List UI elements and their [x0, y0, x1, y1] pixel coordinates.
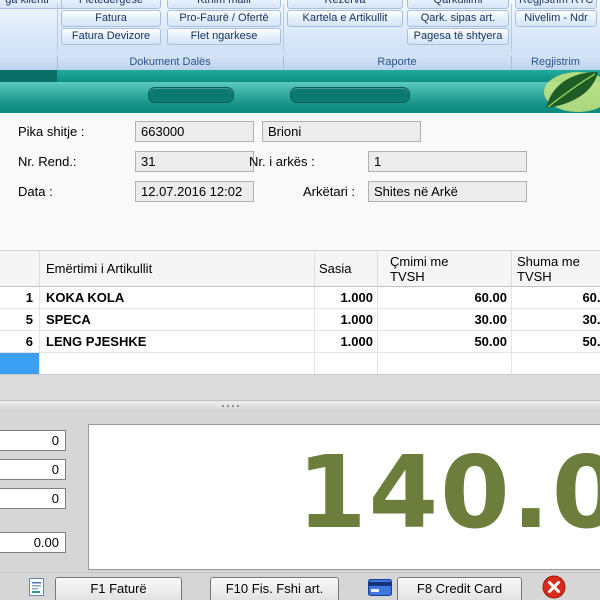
ribbon-item-fletedergese[interactable]: Fletëdërgesë	[61, 0, 161, 9]
row-code[interactable]: 5	[0, 309, 40, 331]
arketari-field[interactable]: Shites në Arkë	[368, 181, 527, 202]
f10-fshi-art-button[interactable]: F10 Fis. Fshi art.	[210, 577, 339, 600]
new-row-cell[interactable]	[512, 353, 600, 375]
total-field-3: 0	[0, 488, 66, 509]
f1-fature-button[interactable]: F1 Faturë	[55, 577, 182, 600]
ribbon-caption-blank	[0, 56, 58, 70]
ribbon-toolbar: ga klienti Fletëdërgesë Fatura Fatura De…	[0, 0, 600, 57]
close-icon[interactable]	[542, 575, 566, 599]
col-header-total: Shuma me TVSH	[512, 251, 600, 287]
ribbon-item-fatura-devizore[interactable]: Fatura Devizore	[61, 28, 161, 45]
teal-header-left-segment	[0, 70, 57, 82]
pika-shitje-label: Pika shitje :	[18, 124, 84, 139]
credit-card-icon	[368, 579, 392, 596]
ribbon-separator	[283, 4, 284, 52]
document-header-form: Pika shitje : 663000 Brioni Nr. Rend.: 3…	[0, 113, 600, 250]
arketari-label: Arkëtari :	[303, 184, 355, 199]
ribbon-item-nivelim[interactable]: Nivelim - Ndr	[515, 10, 597, 27]
f8-credit-card-button[interactable]: F8 Credit Card	[397, 577, 522, 600]
ribbon-group-captions: Dokument Dalës Raporte Regjistrim	[0, 56, 600, 71]
data-label: Data :	[18, 184, 53, 199]
nr-rend-field[interactable]: 31	[135, 151, 254, 172]
row-name[interactable]: KOKA KOLA	[40, 287, 315, 309]
col-header-code	[0, 251, 40, 287]
ribbon-caption-dokument-dales: Dokument Dalës	[57, 56, 284, 70]
ribbon-item-kartela-artikullit[interactable]: Kartela e Artikullit	[287, 10, 403, 27]
new-row-cell[interactable]	[378, 353, 512, 375]
teal-header-strip	[0, 70, 600, 82]
ribbon-item-fatura[interactable]: Fatura	[61, 10, 161, 27]
nr-arkes-field[interactable]: 1	[368, 151, 527, 172]
grand-total-display: 140.00	[88, 424, 600, 570]
row-price[interactable]: 50.00	[378, 331, 512, 353]
ribbon-item-kthim-malli[interactable]: Kthim malli	[167, 0, 281, 9]
ribbon-item-qark-sipas-art[interactable]: Qark. sipas art.	[407, 10, 509, 27]
ribbon-separator	[511, 4, 512, 52]
row-price[interactable]: 60.00	[378, 287, 512, 309]
new-row-cell[interactable]	[40, 353, 315, 375]
total-field-1: 0	[0, 430, 66, 451]
row-code[interactable]: 1	[0, 287, 40, 309]
bottom-button-bar: F1 Faturë F10 Fis. Fshi art. F8 Credit C…	[0, 572, 600, 600]
panel-gap	[0, 374, 600, 401]
row-qty[interactable]: 1.000	[315, 309, 378, 331]
row-price[interactable]: 30.00	[378, 309, 512, 331]
header-pill[interactable]	[148, 87, 234, 103]
ribbon-item-flet-ngarkese[interactable]: Flet ngarkese	[167, 28, 281, 45]
invoice-icon	[28, 577, 46, 597]
ribbon-item-qarkullimi[interactable]: Qarkullimi	[407, 0, 509, 9]
ribbon-item-pagesa-te-shtyera[interactable]: Pagesa të shtyera	[407, 28, 509, 45]
ribbon-caption-raporte: Raporte	[283, 56, 512, 70]
row-qty[interactable]: 1.000	[315, 287, 378, 309]
leaf-graphic	[532, 68, 600, 113]
row-qty[interactable]: 1.000	[315, 331, 378, 353]
header-pill[interactable]	[290, 87, 410, 103]
splitter-dots-icon	[222, 405, 239, 407]
col-header-name: Emërtimi i Artikullit	[40, 251, 315, 287]
row-total[interactable]: 30.00	[512, 309, 600, 331]
new-row-selector	[0, 353, 40, 375]
col-header-price: Çmimi me TVSH	[378, 251, 512, 287]
pos-window: ga klienti Fletëdërgesë Fatura Fatura De…	[0, 0, 600, 600]
pika-shitje-code-field[interactable]: 663000	[135, 121, 254, 142]
data-field[interactable]: 12.07.2016 12:02	[135, 181, 254, 202]
row-code[interactable]: 6	[0, 331, 40, 353]
row-total[interactable]: 60.00	[512, 287, 600, 309]
col-header-qty: Sasia	[315, 251, 378, 287]
grand-total-value: 140.00	[297, 443, 600, 543]
nr-arkes-label: Nr. i arkës :	[249, 154, 315, 169]
pika-shitje-name-field[interactable]: Brioni	[262, 121, 421, 142]
nr-rend-label: Nr. Rend.:	[18, 154, 77, 169]
ribbon-separator	[57, 4, 58, 52]
items-table: Emërtimi i Artikullit Sasia Çmimi me TVS…	[0, 250, 600, 375]
row-name[interactable]: SPECA	[40, 309, 315, 331]
row-name[interactable]: LENG PJESHKE	[40, 331, 315, 353]
ribbon-item-regjistrim[interactable]: Regjistrim RTC	[515, 0, 597, 9]
ribbon-item-pro-fature[interactable]: Pro-Faurë / Ofertë	[167, 10, 281, 27]
row-total[interactable]: 50.00	[512, 331, 600, 353]
new-row-cell[interactable]	[315, 353, 378, 375]
total-field-2: 0	[0, 459, 66, 480]
ribbon-item-rezerva[interactable]: Rezerva	[287, 0, 403, 9]
total-field-4: 0.00	[0, 532, 66, 553]
